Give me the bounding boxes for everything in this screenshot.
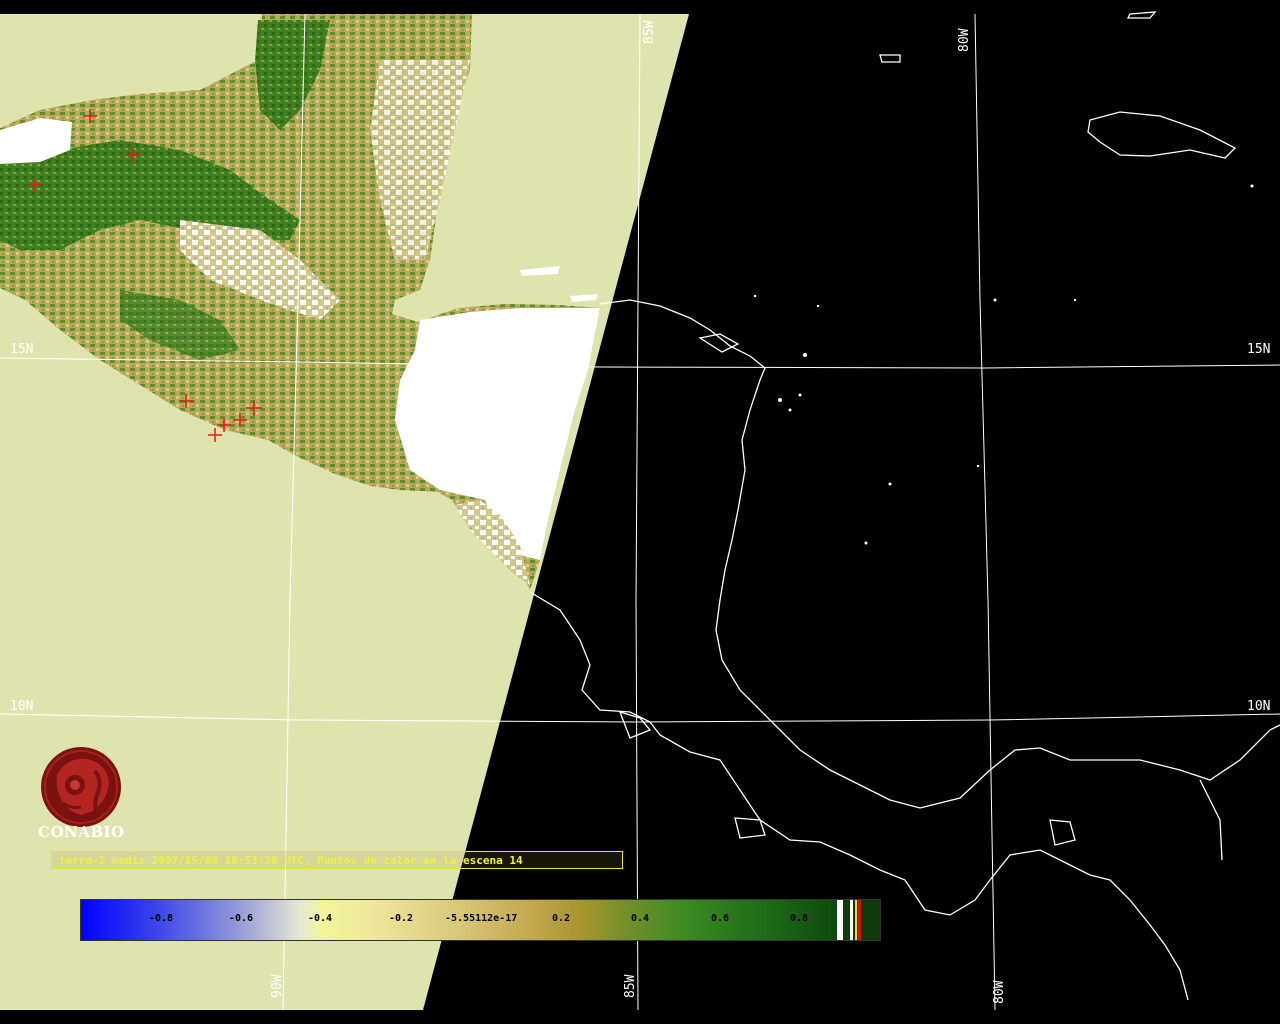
colorbar-tick: -0.2 <box>389 913 414 924</box>
satellite-map <box>0 0 1280 1024</box>
colorbar-stripe-yellow <box>855 900 857 940</box>
colorbar-stripe-white <box>837 900 843 940</box>
lon-label-80w-bottom: 80W <box>992 980 1007 1004</box>
colorbar-tick: 0.4 <box>631 913 650 924</box>
lat-label-15n-right: 15N <box>1247 342 1271 357</box>
colorbar-tick: -5.55112e-17 <box>445 913 518 924</box>
colorbar-stripe-white-2 <box>850 900 853 940</box>
lon-label-90w-bottom: 90W <box>270 974 285 998</box>
colorbar-stripe-red <box>858 900 861 940</box>
lat-label-10n-right: 10N <box>1247 699 1271 714</box>
lat-label-10n-left: 10N <box>10 699 34 714</box>
colorbar-tick: -0.4 <box>308 913 333 924</box>
lat-label-15n-left: 15N <box>10 342 34 357</box>
ndvi-colorbar: -0.8 -0.6 -0.4 -0.2 -5.55112e-17 0.2 0.4… <box>80 899 881 941</box>
lon-label-80w-top: 80W <box>957 28 972 52</box>
colorbar-tick: 0.8 <box>790 913 809 924</box>
colorbar-tick: -0.6 <box>229 913 254 924</box>
scene-caption: terra-1 modis 2007/15/08 16:53:20 UTC, P… <box>51 851 623 869</box>
conabio-logo-text: CONABIO <box>38 823 125 841</box>
colorbar-tick: -0.8 <box>149 913 174 924</box>
colorbar-tick: 0.2 <box>552 913 571 924</box>
lon-label-85w-bottom: 85W <box>623 974 638 998</box>
colorbar-tick: 0.6 <box>711 913 730 924</box>
lon-label-85w-top: 85W <box>642 20 657 44</box>
